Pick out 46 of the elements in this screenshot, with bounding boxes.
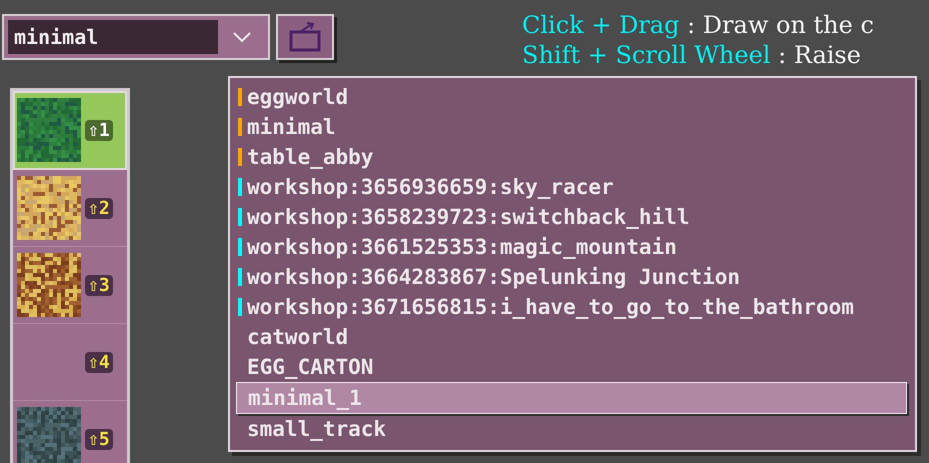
menu-option[interactable]: catworld bbox=[236, 322, 907, 352]
map-name: workshop:3658239723:switchback_hill bbox=[247, 205, 690, 229]
menu-option[interactable]: workshop:3664283867:Spelunking Junction bbox=[236, 262, 907, 292]
tile-texture bbox=[17, 98, 81, 162]
open-folder-button[interactable] bbox=[276, 14, 334, 60]
menu-option[interactable]: small_track bbox=[236, 414, 907, 444]
tile-item[interactable]: ⇧3 bbox=[13, 247, 127, 324]
hotkey-badge: ⇧1 bbox=[85, 120, 113, 140]
map-name: EGG_CARTON bbox=[247, 355, 374, 379]
menu-option[interactable]: minimal bbox=[236, 112, 907, 142]
map-name: minimal_1 bbox=[248, 386, 362, 410]
shortcut-description: : Raise bbox=[778, 41, 861, 69]
map-name: catworld bbox=[247, 325, 348, 349]
shortcut-keys: Click + Drag bbox=[522, 11, 680, 39]
menu-option[interactable]: workshop:3661525353:magic_mountain bbox=[236, 232, 907, 262]
chevron-down-icon bbox=[232, 31, 252, 43]
shortcut-description: : Draw on the c bbox=[687, 11, 874, 39]
map-name: workshop:3656936659:sky_racer bbox=[247, 175, 614, 199]
map-name: workshop:3671656815:i_have_to_go_to_the_bathroom bbox=[247, 295, 854, 319]
map-name: workshop:3664283867:Spelunking Junction bbox=[247, 265, 740, 289]
tile-item[interactable]: ⇧4 bbox=[13, 324, 127, 401]
hotkey-badge: ⇧5 bbox=[85, 428, 113, 450]
hotkey-badge: ⇧2 bbox=[85, 198, 113, 218]
hotkey-badge: ⇧4 bbox=[85, 352, 113, 372]
map-name: minimal bbox=[247, 115, 336, 139]
map-select-dropdown[interactable]: minimal bbox=[2, 14, 270, 60]
hotkey-badge: ⇧3 bbox=[85, 274, 113, 296]
menu-option[interactable]: eggworld bbox=[236, 82, 907, 112]
map-name: table_abby bbox=[247, 145, 374, 169]
shortcut-keys: Shift + Scroll Wheel bbox=[522, 41, 770, 69]
map-name: eggworld bbox=[247, 85, 348, 109]
tile-item[interactable]: ⇧5 bbox=[13, 401, 127, 463]
tile-item[interactable]: ⇧1 bbox=[13, 91, 127, 170]
menu-option[interactable]: EGG_CARTON bbox=[236, 352, 907, 382]
menu-option[interactable]: workshop:3656936659:sky_racer bbox=[236, 172, 907, 202]
folder-arrow-icon bbox=[288, 20, 322, 54]
menu-option[interactable]: workshop:3671656815:i_have_to_go_to_the_bathroom bbox=[236, 292, 907, 322]
tile-texture bbox=[17, 407, 81, 463]
map-name: small_track bbox=[247, 417, 386, 441]
tile-texture bbox=[17, 176, 81, 240]
map-name: workshop:3661525353:magic_mountain bbox=[247, 235, 677, 259]
tile-texture bbox=[17, 253, 81, 317]
tile-item[interactable]: ⇧2 bbox=[13, 170, 127, 247]
menu-option[interactable]: workshop:3658239723:switchback_hill bbox=[236, 202, 907, 232]
menu-option[interactable]: table_abby bbox=[236, 142, 907, 172]
map-name-field[interactable]: minimal bbox=[8, 20, 218, 54]
